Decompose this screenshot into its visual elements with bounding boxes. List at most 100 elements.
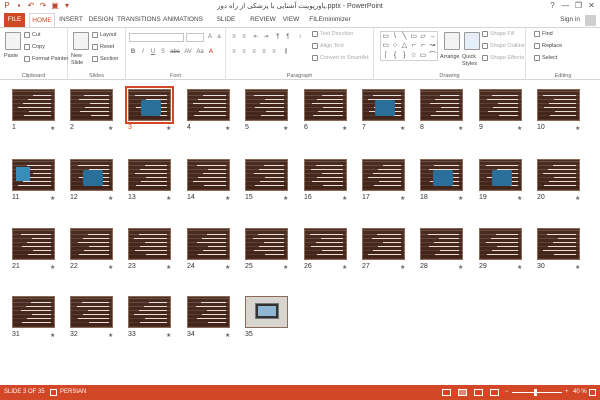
transition-icon[interactable]: ★ [342,264,347,271]
transition-icon[interactable]: ★ [50,195,55,202]
transition-icon[interactable]: ★ [458,195,463,202]
slide-thumbnail[interactable] [70,159,113,191]
transition-icon[interactable]: ★ [458,264,463,271]
transition-icon[interactable]: ★ [400,125,405,132]
transition-icon[interactable]: ★ [283,264,288,271]
slide-thumbnail[interactable] [245,296,288,328]
slide-thumbnail[interactable] [70,296,113,328]
fit-to-window-icon[interactable] [589,389,596,396]
font-color-button[interactable]: A [207,48,215,56]
transition-icon[interactable]: ★ [166,264,171,271]
slide-thumbnail[interactable] [187,159,230,191]
justify-icon[interactable]: ≡ [260,48,268,56]
transition-icon[interactable]: ★ [166,125,171,132]
shape-bracket-icon[interactable]: ⎰ [381,51,390,60]
transition-icon[interactable]: ★ [342,125,347,132]
transition-icon[interactable]: ★ [517,264,522,271]
sign-in-link[interactable]: Sign in [560,13,580,27]
shape-rectangle-icon[interactable]: ▭ [381,32,390,41]
shape-rect2-icon[interactable]: ▭ [409,32,418,41]
restore-button[interactable]: ❐ [572,0,585,12]
slide-thumbnail[interactable] [537,228,580,260]
transition-icon[interactable]: ★ [283,125,288,132]
transition-icon[interactable]: ★ [517,125,522,132]
slide-sorter-view-icon[interactable] [458,389,467,396]
align-text-button[interactable]: Align Text [312,43,344,49]
zoom-out-button[interactable]: − [505,385,509,400]
tab-review[interactable]: REVIEW [249,13,277,27]
shape-rect3-icon[interactable]: ▭ [381,41,390,50]
distributed-icon[interactable]: ≡ [270,48,278,56]
replace-button[interactable]: Replace [534,43,562,49]
transition-icon[interactable]: ★ [342,195,347,202]
tab-transitions[interactable]: TRANSITIONS [117,13,161,27]
new-slide-button[interactable]: New Slide [71,53,91,67]
slide-thumbnail[interactable] [187,228,230,260]
zoom-slider[interactable] [512,392,562,393]
transition-icon[interactable]: ★ [517,195,522,202]
slide-thumbnail[interactable] [245,89,288,121]
align-center-icon[interactable]: ≡ [240,48,248,56]
bold-button[interactable]: B [129,48,137,56]
slide-thumbnail[interactable] [128,228,171,260]
strikethrough-button[interactable]: abc [169,48,181,56]
tab-design[interactable]: DESIGN [87,13,115,27]
reading-view-icon[interactable] [474,389,483,396]
shape-curve-icon[interactable]: ↝ [428,41,437,50]
slide-thumbnail[interactable] [362,89,405,121]
tab-slide-show[interactable]: SLIDE SHOW [207,13,245,37]
slide-thumbnail[interactable] [187,296,230,328]
char-spacing-button[interactable]: AV [183,48,193,56]
grow-font-icon[interactable]: A [206,33,214,41]
transition-icon[interactable]: ★ [400,264,405,271]
reset-button[interactable]: Reset [92,44,114,50]
slide-thumbnail[interactable] [12,296,55,328]
help-button[interactable]: ? [546,0,559,12]
underline-button[interactable]: U [149,48,157,56]
transition-icon[interactable]: ★ [50,264,55,271]
slide-thumbnail[interactable] [12,228,55,260]
shape-fill-button[interactable]: Shape Fill [482,31,514,37]
transition-icon[interactable]: ★ [108,125,113,132]
shadow-button[interactable]: S [159,48,167,56]
slide-thumbnail[interactable] [362,159,405,191]
transition-icon[interactable]: ★ [108,195,113,202]
transition-icon[interactable]: ★ [225,195,230,202]
line-spacing-icon[interactable]: ↕ [296,33,304,41]
quick-styles-icon[interactable] [464,32,480,50]
shape-diagonal-icon[interactable]: ╲ [400,32,409,41]
align-left-icon[interactable]: ≡ [230,48,238,56]
tab-animations[interactable]: ANIMATIONS [162,13,204,27]
language-indicator[interactable]: PERSIAN [60,385,86,400]
slide-thumbnail[interactable] [70,228,113,260]
slide-thumbnail[interactable] [12,159,55,191]
slide-thumbnail[interactable] [245,159,288,191]
layout-button[interactable]: Layout [92,32,117,38]
transition-icon[interactable]: ★ [575,264,580,271]
transition-icon[interactable]: ★ [283,195,288,202]
text-direction-button[interactable]: Text Direction [312,31,353,37]
shape-triangle-icon[interactable]: △ [400,41,409,50]
slide-thumbnail[interactable] [304,228,347,260]
bullets-icon[interactable]: ≡ [230,33,238,41]
font-size-box[interactable] [186,33,204,42]
zoom-level[interactable]: 40 % [573,385,587,400]
slide-thumbnail[interactable] [128,159,171,191]
slide-thumbnail[interactable] [187,89,230,121]
slide-thumbnail[interactable] [12,89,55,121]
copy-button[interactable]: Copy [24,44,45,50]
find-button[interactable]: Find [534,31,553,37]
transition-icon[interactable]: ★ [166,332,171,339]
shape-arc-icon[interactable]: ⌒ [428,51,437,60]
zoom-in-button[interactable]: + [565,385,569,400]
rtl-icon[interactable]: ¶ [274,33,282,41]
slide-thumbnail[interactable] [537,159,580,191]
shape-line-icon[interactable]: \ [390,32,399,41]
transition-icon[interactable]: ★ [225,332,230,339]
account-avatar[interactable] [585,15,596,26]
tab-home[interactable]: HOME [29,13,55,28]
increase-indent-icon[interactable]: ⇥ [262,33,270,41]
slide-thumbnail[interactable] [362,228,405,260]
slide-thumbnail[interactable] [304,89,347,121]
new-slide-icon[interactable] [73,32,89,50]
